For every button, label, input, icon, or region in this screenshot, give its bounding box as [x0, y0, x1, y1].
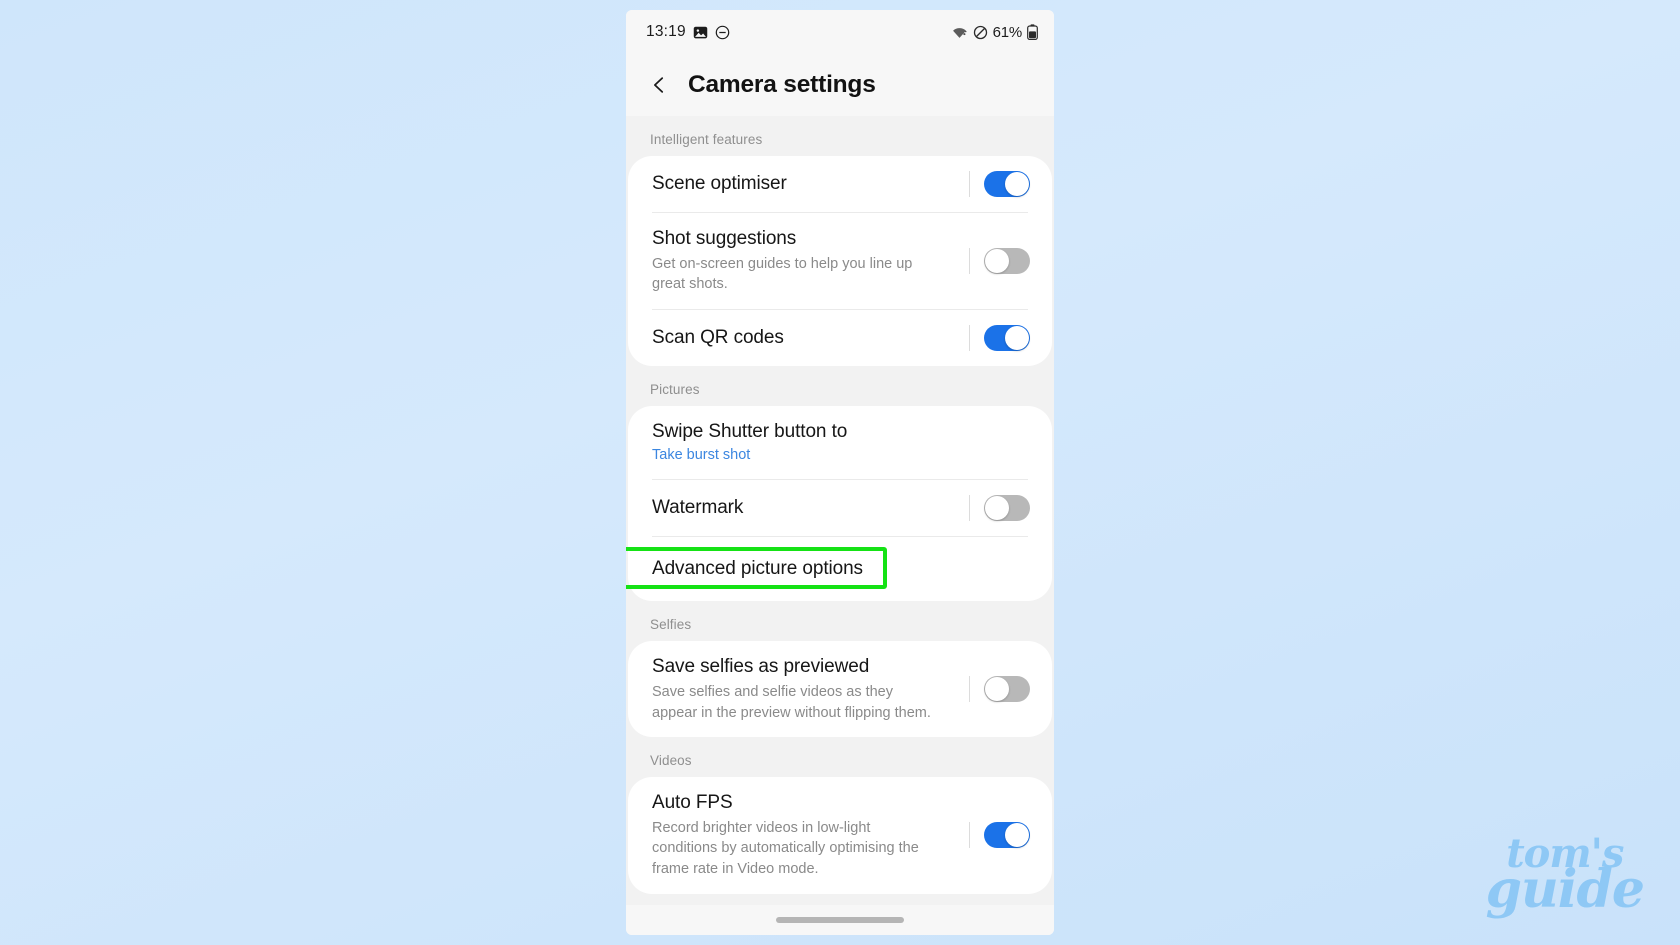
status-bar-left: 13:19 — [646, 23, 730, 41]
battery-icon — [1027, 24, 1038, 40]
toggle-knob — [1005, 823, 1029, 848]
screenshot-image-icon — [693, 25, 708, 40]
toggle-knob — [985, 677, 1009, 702]
settings-row-text: Save selfies as previewed Save selfies an… — [652, 641, 951, 737]
back-chevron-icon[interactable] — [646, 72, 672, 98]
toms-guide-watermark: tom's guide — [1485, 833, 1645, 921]
settings-row-text: Shot suggestions Get on-screen guides to … — [652, 213, 951, 309]
settings-row-text: Swipe Shutter button to Take burst shot — [652, 406, 1030, 479]
settings-row-wrapper: Shot suggestions Get on-screen guides to … — [628, 213, 1052, 309]
settings-row[interactable]: Shot suggestions Get on-screen guides to … — [628, 213, 1052, 309]
toggle-track[interactable] — [984, 324, 1030, 351]
settings-row-wrapper: Watermark — [628, 480, 1052, 536]
settings-row-text: Auto FPS Record brighter videos in low-li… — [652, 777, 951, 893]
settings-row-text: Scene optimiser — [652, 158, 951, 210]
settings-row[interactable]: Save selfies as previewed Save selfies an… — [628, 641, 1052, 737]
settings-row-wrapper: Auto FPS Record brighter videos in low-li… — [628, 777, 1052, 893]
page-title: Camera settings — [688, 71, 876, 98]
toggle-track[interactable] — [984, 247, 1030, 274]
settings-list[interactable]: Intelligent features Scene optimiser Shot … — [626, 116, 1054, 905]
phone-screen: 13:19 61% Camera settings Intelligent fe… — [626, 10, 1054, 935]
section-label: Pictures — [626, 365, 1054, 406]
settings-row-wrapper: Advanced picture options — [626, 537, 1052, 601]
settings-row-wrapper: Swipe Shutter button to Take burst shot — [628, 406, 1052, 479]
toggle-knob — [985, 248, 1009, 273]
settings-row-wrapper: Scene optimiser — [628, 156, 1052, 212]
toggle-switch-off[interactable] — [951, 676, 1030, 703]
settings-row-wrapper: Save selfies as previewed Save selfies an… — [628, 641, 1052, 737]
battery-percent-label: 61% — [992, 23, 1023, 41]
settings-row-title: Scan QR codes — [652, 327, 784, 349]
settings-row-description: Get on-screen guides to help you line up… — [652, 255, 913, 293]
settings-row-description: Save selfies and selfie videos as they a… — [652, 683, 931, 721]
settings-row-description: Record brighter videos in low-light cond… — [652, 819, 919, 878]
toggle-track[interactable] — [984, 676, 1030, 703]
settings-row-title: Watermark — [652, 497, 744, 519]
settings-row-value: Take burst shot — [652, 446, 751, 463]
toggle-switch-on[interactable] — [951, 324, 1030, 351]
settings-row[interactable]: Auto FPS Record brighter videos in low-li… — [628, 777, 1052, 893]
mute-icon — [973, 25, 988, 40]
toggle-knob — [1005, 172, 1029, 196]
wifi-icon — [951, 25, 968, 40]
settings-row-text: Advanced picture options — [652, 543, 1030, 595]
toggle-divider — [969, 495, 970, 522]
settings-card: Auto FPS Record brighter videos in low-li… — [628, 777, 1052, 894]
settings-row-title: Swipe Shutter button to — [652, 420, 848, 442]
section-label: Videos — [626, 737, 1054, 778]
toggle-knob — [985, 496, 1009, 521]
do-not-disturb-icon — [715, 25, 730, 40]
toggle-track[interactable] — [984, 495, 1030, 522]
settings-row[interactable]: Watermark — [628, 480, 1052, 536]
settings-row-title: Advanced picture options — [652, 558, 863, 580]
watermark-line-2: guide — [1485, 859, 1645, 921]
settings-card: Save selfies as previewed Save selfies an… — [628, 641, 1052, 738]
settings-row-title: Scene optimiser — [652, 173, 787, 195]
settings-row[interactable]: Scan QR codes — [628, 310, 1052, 366]
settings-row[interactable]: Advanced picture options — [628, 537, 1052, 601]
page-header: Camera settings — [626, 54, 1054, 116]
toggle-track[interactable] — [984, 822, 1030, 849]
toggle-switch-off[interactable] — [951, 247, 1030, 274]
settings-row[interactable]: Swipe Shutter button to Take burst shot — [628, 406, 1052, 479]
settings-row-title: Auto FPS — [652, 792, 733, 814]
toggle-divider — [969, 324, 970, 351]
settings-row-title: Save selfies as previewed — [652, 656, 870, 678]
settings-row-text: Scan QR codes — [652, 312, 951, 364]
toggle-switch-on[interactable] — [951, 822, 1030, 849]
settings-card: Scene optimiser Shot suggestions Get on-sc… — [628, 156, 1052, 366]
toggle-switch-on[interactable] — [951, 171, 1030, 197]
settings-row-wrapper: Scan QR codes — [628, 310, 1052, 366]
section-label: Selfies — [626, 601, 1054, 642]
toggle-switch-off[interactable] — [951, 495, 1030, 522]
home-indicator-area — [626, 905, 1054, 935]
status-bar-clock: 13:19 — [646, 23, 686, 40]
section-label: Intelligent features — [626, 116, 1054, 156]
settings-card: Swipe Shutter button to Take burst shot Wa… — [626, 405, 1052, 602]
toggle-divider — [969, 676, 970, 703]
toggle-track[interactable] — [984, 171, 1030, 197]
toggle-divider — [969, 822, 970, 849]
settings-row[interactable]: Scene optimiser — [628, 156, 1052, 212]
home-indicator[interactable] — [776, 917, 904, 923]
status-bar: 13:19 61% — [626, 10, 1054, 54]
settings-row-text: Watermark — [652, 482, 951, 534]
status-bar-right: 61% — [951, 24, 1038, 41]
settings-row-title: Shot suggestions — [652, 228, 797, 249]
toggle-divider — [969, 171, 970, 197]
toggle-knob — [1005, 325, 1029, 350]
toggle-divider — [969, 247, 970, 274]
